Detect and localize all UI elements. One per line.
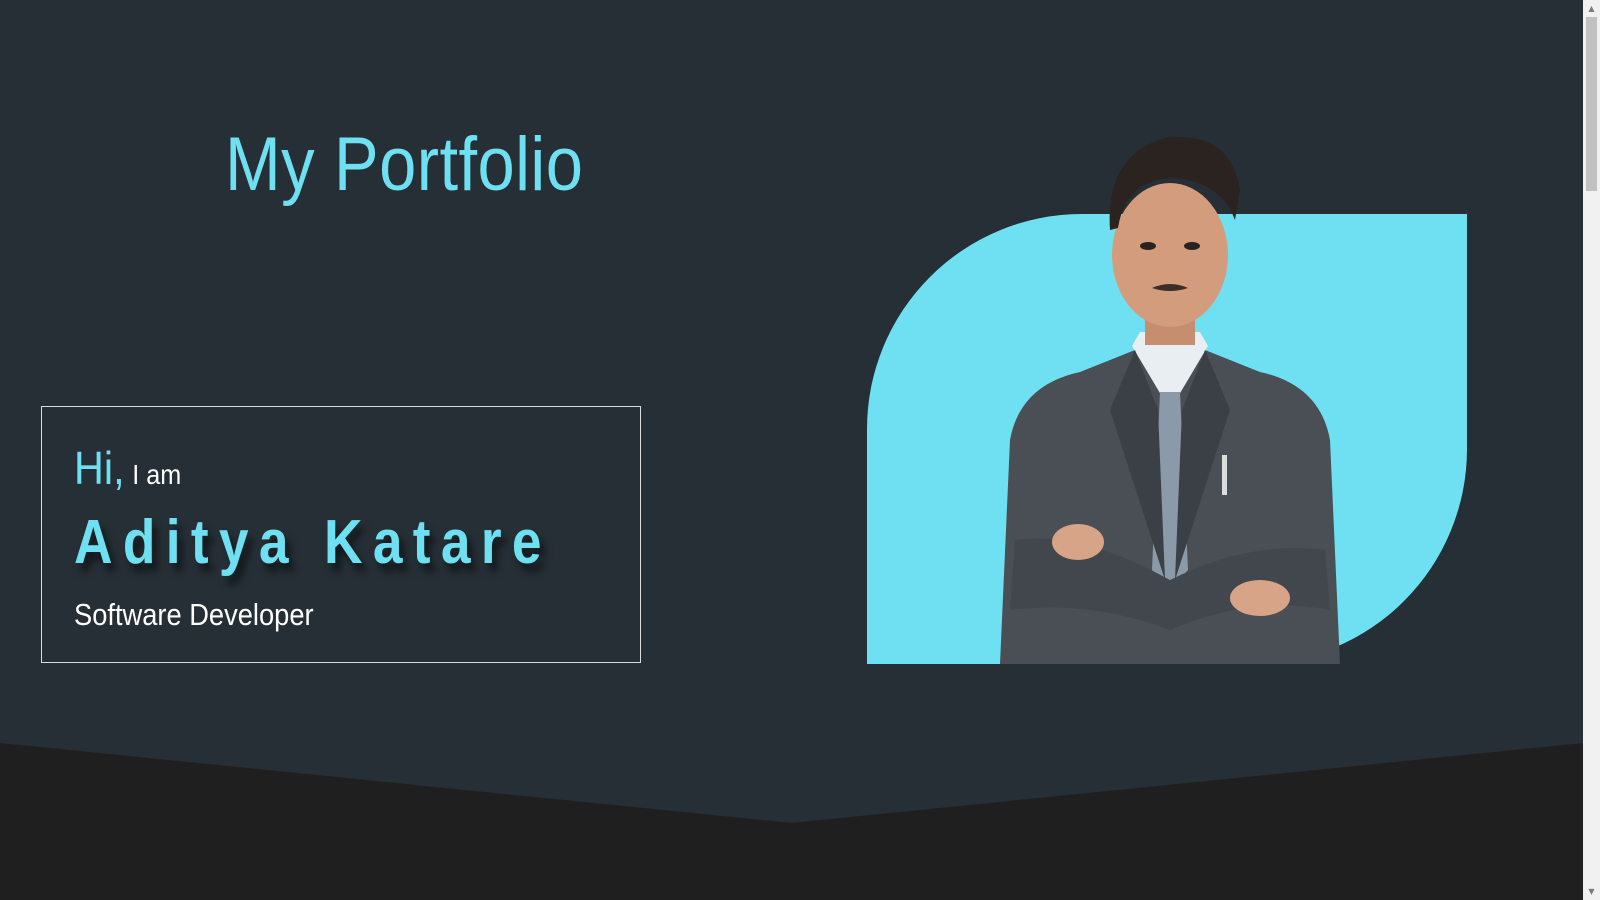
person-name: Aditya Katare <box>74 508 552 577</box>
greeting-i-am: I am <box>132 459 182 490</box>
photo-hand-left <box>1052 524 1104 560</box>
job-title: Software Developer <box>74 597 314 632</box>
greeting: Hi, I am <box>74 441 181 495</box>
photo-hand-right <box>1230 580 1290 616</box>
photo-eye-right <box>1184 242 1200 250</box>
page-title: My Portfolio <box>225 122 584 207</box>
profile-photo <box>1000 137 1340 664</box>
intro-card: Hi, I am Aditya Katare Software Develope… <box>41 406 641 663</box>
photo-eye-left <box>1140 242 1156 250</box>
greeting-hi: Hi, <box>74 442 125 494</box>
vertical-scrollbar[interactable]: ▲ ▼ <box>1583 0 1600 900</box>
hero-section: My Portfolio Hi, I am Aditya Katare Soft… <box>0 0 1583 823</box>
scroll-up-icon[interactable]: ▲ <box>1583 0 1600 17</box>
photo-pen <box>1222 455 1227 495</box>
page-viewport: My Portfolio Hi, I am Aditya Katare Soft… <box>0 0 1583 900</box>
photo-face <box>1112 183 1228 327</box>
scrollbar-thumb[interactable] <box>1586 17 1597 191</box>
scroll-down-icon[interactable]: ▼ <box>1583 883 1600 900</box>
